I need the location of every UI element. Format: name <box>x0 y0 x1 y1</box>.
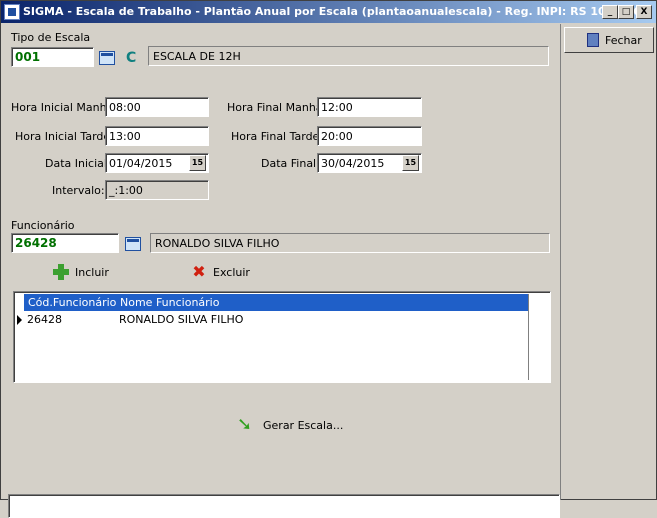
door-icon <box>587 33 599 47</box>
funcionario-code-input[interactable]: 26428 <box>11 233 119 253</box>
close-window-button[interactable]: X <box>636 5 652 19</box>
grid-divider <box>528 294 529 380</box>
grid-header: Cód.Funcionário Nome Funcionário <box>24 294 528 311</box>
clear-icon[interactable]: C <box>126 50 136 66</box>
funcionario-label: Funcionário <box>11 219 75 232</box>
maximize-button[interactable]: □ <box>618 5 634 19</box>
plus-icon <box>53 264 69 280</box>
column-header-nome[interactable]: Nome Funcionário <box>116 294 528 311</box>
form-area: Tipo de Escala 001 C ESCALA DE 12H Hora … <box>5 24 560 518</box>
table-row[interactable]: 26428 RONALDO SILVA FILHO <box>24 311 528 328</box>
intervalo-label: Intervalo: <box>52 184 105 197</box>
fechar-button[interactable]: Fechar <box>564 27 654 53</box>
hora-inicial-tarde-label: Hora Inicial Tarde: <box>15 130 114 143</box>
minimize-button[interactable]: _ <box>602 5 618 19</box>
hora-final-manha-label: Hora Final Manhã: <box>227 101 327 114</box>
window-title: SIGMA - Escala de Trabalho - Plantão Anu… <box>23 5 641 18</box>
row-indicator-icon <box>16 311 24 328</box>
cell-nome: RONALDO SILVA FILHO <box>119 313 244 326</box>
hora-final-tarde-label: Hora Final Tarde: <box>231 130 324 143</box>
funcionarios-grid[interactable]: Cód.Funcionário Nome Funcionário 26428 R… <box>13 291 551 383</box>
tipo-escala-description: ESCALA DE 12H <box>148 46 549 66</box>
app-icon <box>4 4 20 20</box>
tipo-escala-label: Tipo de Escala <box>11 31 91 44</box>
hora-final-manha-input[interactable]: 12:00 <box>317 97 422 117</box>
incluir-label: Incluir <box>75 265 109 279</box>
cell-cod: 26428 <box>27 313 62 326</box>
title-bar: SIGMA - Escala de Trabalho - Plantão Anu… <box>1 1 656 23</box>
intervalo-input[interactable]: _:1:00 <box>105 180 209 200</box>
sidebar: Fechar <box>560 24 657 500</box>
funcionario-name: RONALDO SILVA FILHO <box>150 233 550 253</box>
x-icon: ✖ <box>192 262 206 281</box>
gerar-escala-button[interactable]: ➘ Gerar Escala... <box>237 416 343 434</box>
column-header-cod[interactable]: Cód.Funcionário <box>24 294 116 311</box>
tipo-escala-lookup-icon[interactable] <box>99 51 115 65</box>
hora-inicial-manha-input[interactable]: 08:00 <box>105 97 209 117</box>
tipo-escala-code-input[interactable]: 001 <box>11 47 94 67</box>
hora-inicial-manha-label: Hora Inicial Manhã: <box>11 101 118 114</box>
fechar-label: Fechar <box>605 33 642 47</box>
hora-inicial-tarde-input[interactable]: 13:00 <box>105 126 209 146</box>
funcionario-lookup-icon[interactable] <box>125 237 141 251</box>
data-inicial-calendar-icon[interactable]: 15 <box>189 155 206 171</box>
data-inicial-label: Data Inicial: <box>45 157 111 170</box>
excluir-button[interactable]: ✖ Excluir <box>191 264 250 280</box>
gerar-escala-label: Gerar Escala... <box>263 418 344 432</box>
status-bar <box>8 494 560 518</box>
data-final-label: Data Final: <box>261 157 320 170</box>
data-final-calendar-icon[interactable]: 15 <box>402 155 419 171</box>
arrow-icon: ➘ <box>237 414 253 435</box>
excluir-label: Excluir <box>213 265 250 279</box>
incluir-button[interactable]: Incluir <box>53 264 109 280</box>
main-window: SIGMA - Escala de Trabalho - Plantão Anu… <box>0 0 657 518</box>
hora-final-tarde-input[interactable]: 20:00 <box>317 126 422 146</box>
